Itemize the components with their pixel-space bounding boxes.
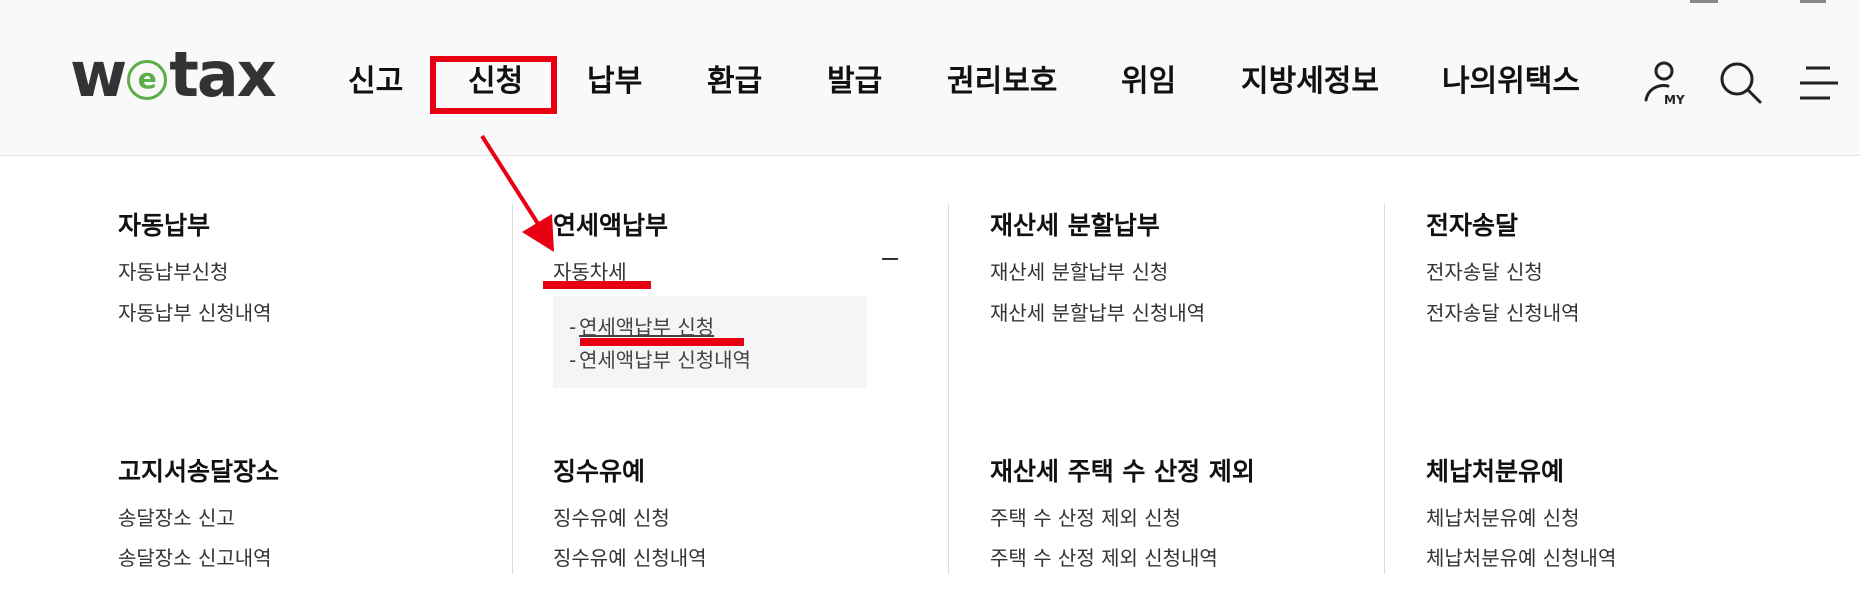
menu-link[interactable]: 자동납부신청	[118, 258, 228, 286]
category-title-deferral[interactable]: 징수유예	[553, 455, 645, 489]
top-edge-fragment	[1800, 0, 1826, 3]
menu-link[interactable]: 징수유예 신청	[553, 504, 670, 532]
menu-link[interactable]: 주택 수 산정 제외 신청	[990, 504, 1181, 532]
menu-link[interactable]: 체납처분유예 신청내역	[1426, 544, 1616, 572]
nav-delegate[interactable]: 위임	[1121, 58, 1176, 106]
annotation-underline	[543, 281, 651, 289]
nav-refund[interactable]: 환급	[707, 58, 762, 106]
column-divider	[948, 204, 949, 574]
svg-text:MY: MY	[1664, 93, 1685, 107]
wetax-logo[interactable]: w e tax	[70, 38, 277, 111]
menu-link[interactable]: 체납처분유예 신청	[1426, 504, 1580, 532]
category-title-property-installment[interactable]: 재산세 분할납부	[990, 209, 1160, 243]
collapse-minus-icon[interactable]	[882, 258, 898, 260]
category-title-arrears-deferral[interactable]: 체납처분유예	[1426, 455, 1564, 489]
annotation-underline	[580, 338, 744, 346]
category-title-electronic-delivery[interactable]: 전자송달	[1426, 209, 1518, 243]
annotation-highlight-box	[430, 56, 557, 114]
nav-rights[interactable]: 권리보호	[947, 58, 1057, 106]
submenu-link-apply[interactable]: - 연세액납부 신청	[569, 313, 714, 341]
column-divider	[1384, 204, 1385, 574]
menu-link[interactable]: 징수유예 신청내역	[553, 544, 707, 572]
category-title-delivery-place[interactable]: 고지서송달장소	[118, 455, 279, 489]
menu-link[interactable]: 전자송달 신청내역	[1426, 299, 1580, 327]
menu-link[interactable]: 자동납부 신청내역	[118, 299, 272, 327]
my-page-icon[interactable]: MY	[1640, 56, 1692, 110]
nav-local-tax-info[interactable]: 지방세정보	[1241, 58, 1379, 106]
search-icon[interactable]	[1714, 56, 1766, 110]
header: w e tax 신고 신청 납부 환급 발급 권리보호 위임 지방세정보 나의위…	[0, 0, 1860, 156]
menu-link[interactable]: 송달장소 신고	[118, 504, 235, 532]
category-title-annual-payment[interactable]: 연세액납부	[553, 209, 668, 243]
menu-link[interactable]: 전자송달 신청	[1426, 258, 1543, 286]
nav-report[interactable]: 신고	[348, 58, 403, 106]
nav-issue[interactable]: 발급	[827, 58, 882, 106]
menu-link[interactable]: 재산세 분할납부 신청	[990, 258, 1168, 286]
logo-w: w	[70, 38, 127, 111]
annotation-arrow	[480, 134, 554, 252]
category-title-auto-payment[interactable]: 자동납부	[118, 209, 210, 243]
menu-link[interactable]: 송달장소 신고내역	[118, 544, 272, 572]
category-title-house-count-exclusion[interactable]: 재산세 주택 수 산정 제외	[990, 455, 1255, 489]
logo-tax: tax	[169, 38, 276, 111]
menu-icon[interactable]	[1790, 56, 1842, 110]
top-edge-fragment	[1690, 0, 1718, 3]
logo-e-circle: e	[127, 60, 168, 100]
nav-payment[interactable]: 납부	[587, 58, 642, 106]
menu-link[interactable]: 재산세 분할납부 신청내역	[990, 299, 1205, 327]
column-divider	[512, 204, 513, 574]
submenu-link-history[interactable]: - 연세액납부 신청내역	[569, 346, 751, 374]
nav-my-wetax[interactable]: 나의위택스	[1442, 58, 1580, 106]
menu-link[interactable]: 주택 수 산정 제외 신청내역	[990, 544, 1218, 572]
